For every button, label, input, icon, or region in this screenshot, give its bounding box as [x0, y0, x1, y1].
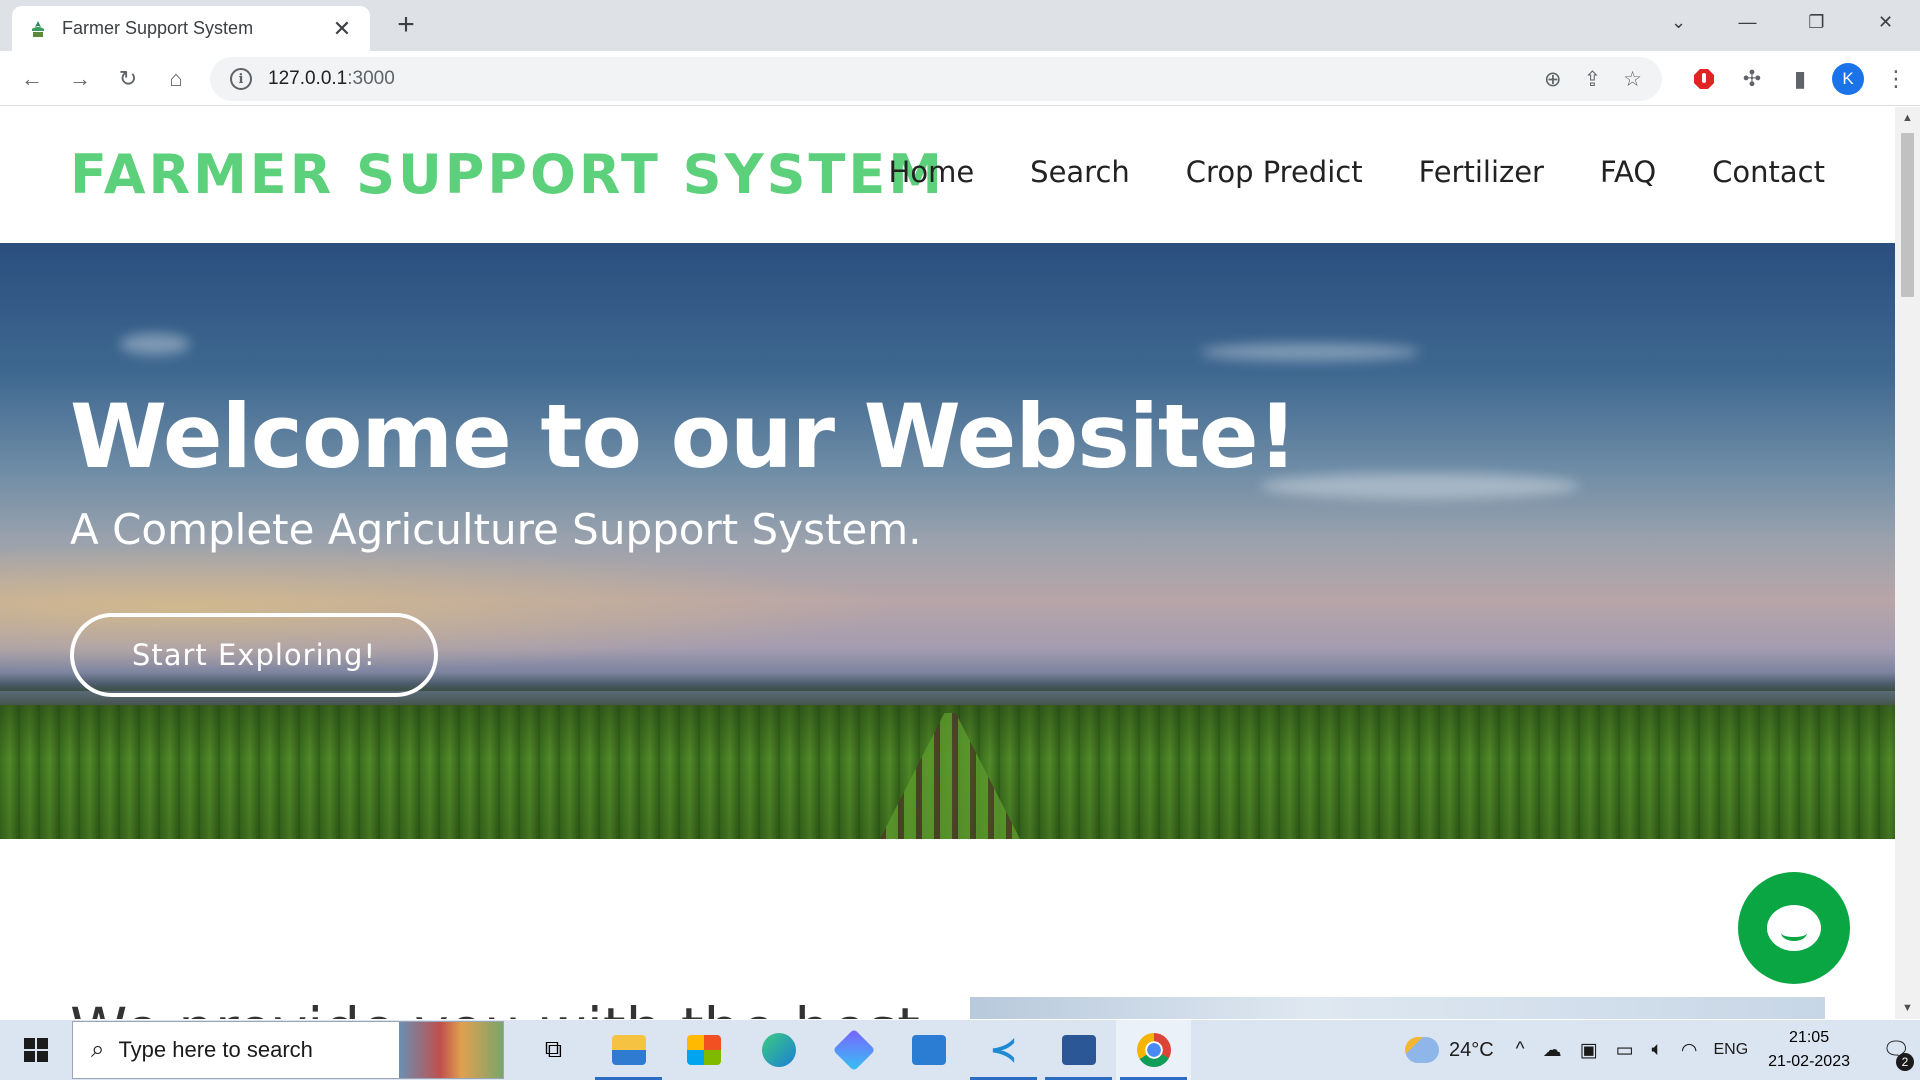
volume-icon[interactable]: 🔈︎	[1651, 1039, 1662, 1062]
browser-menu-icon[interactable]: ⋮	[1872, 66, 1920, 92]
search-highlight-image	[399, 1022, 503, 1078]
close-tab-icon[interactable]: ✕	[330, 16, 354, 42]
partly-cloudy-icon	[1404, 1037, 1439, 1063]
temperature-text: 24°C	[1448, 1038, 1494, 1061]
mail-icon[interactable]	[891, 1020, 966, 1080]
url-text[interactable]: 127.0.0.1:3000	[268, 68, 395, 90]
task-view-icon[interactable]: ⧉	[516, 1020, 591, 1080]
input-language[interactable]: ENG	[1713, 1041, 1748, 1059]
chrome-icon[interactable]	[1116, 1020, 1191, 1080]
clock-time: 21:05	[1789, 1029, 1830, 1046]
start-exploring-button[interactable]: Start Exploring!	[70, 613, 438, 697]
copilot-app-icon[interactable]	[816, 1020, 891, 1080]
windows-taskbar: ⌕ Type here to search ⧉ ≺ 24°C ^ ☁ ▣ ▭ 🔈…	[0, 1020, 1920, 1080]
site-header: FARMER SUPPORT SYSTEM Home Search Crop P…	[0, 107, 1895, 243]
cloud-decoration	[1200, 343, 1420, 361]
taskbar-clock[interactable]: 21:05 21-02-2023	[1768, 1026, 1850, 1074]
browser-tab[interactable]: Farmer Support System ✕	[12, 6, 370, 51]
hero-subtitle: A Complete Agriculture Support System.	[70, 505, 922, 554]
hero-title: Welcome to our Website!	[70, 385, 1298, 488]
address-bar[interactable]: i 127.0.0.1:3000 ⊕ ⇪ ☆	[210, 57, 1662, 101]
vscode-icon[interactable]: ≺	[966, 1020, 1041, 1080]
page-scrollbar[interactable]: ▲ ▼	[1895, 107, 1920, 1019]
page-viewport: FARMER SUPPORT SYSTEM Home Search Crop P…	[0, 107, 1895, 1019]
tab-search-icon[interactable]: ⌄	[1644, 0, 1713, 44]
main-nav: Home Search Crop Predict Fertilizer FAQ …	[889, 155, 1825, 189]
home-icon[interactable]: ⌂	[158, 61, 194, 97]
browser-tab-strip: Farmer Support System ✕ + ⌄ — ❐ ✕	[0, 0, 1920, 51]
taskbar-search-placeholder: Type here to search	[118, 1037, 313, 1062]
forward-arrow-icon[interactable]: →	[62, 61, 98, 97]
site-logo[interactable]: FARMER SUPPORT SYSTEM	[70, 143, 945, 206]
weather-widget[interactable]: 24°C	[1404, 1037, 1494, 1063]
extensions-puzzle-icon[interactable]: ✣	[1728, 66, 1776, 92]
zoom-icon[interactable]: ⊕	[1544, 67, 1562, 92]
bookmark-star-icon[interactable]: ☆	[1623, 67, 1642, 92]
edge-browser-icon[interactable]	[741, 1020, 816, 1080]
wifi-icon[interactable]: ◠	[1681, 1039, 1698, 1062]
meet-now-icon[interactable]: ▣	[1580, 1039, 1598, 1062]
scroll-down-icon[interactable]: ▼	[1895, 997, 1920, 1019]
taskbar-apps: ⧉ ≺	[516, 1020, 1191, 1080]
cloud-decoration	[1260, 473, 1580, 499]
taskbar-search-box[interactable]: ⌕ Type here to search	[72, 1021, 504, 1079]
nav-faq[interactable]: FAQ	[1600, 155, 1656, 189]
nav-contact[interactable]: Contact	[1712, 155, 1825, 189]
new-tab-button[interactable]: +	[390, 10, 422, 42]
notification-center-icon[interactable]: 🗨︎ 2	[1872, 1037, 1920, 1071]
minimize-button[interactable]: —	[1713, 0, 1782, 44]
restore-button[interactable]: ❐	[1782, 0, 1851, 44]
notification-badge: 2	[1896, 1053, 1914, 1071]
microsoft-store-icon[interactable]	[666, 1020, 741, 1080]
window-controls: ⌄ — ❐ ✕	[1644, 0, 1920, 44]
nav-crop-predict[interactable]: Crop Predict	[1186, 155, 1363, 189]
side-panel-icon[interactable]: ▮	[1776, 66, 1824, 92]
word-icon[interactable]	[1041, 1020, 1116, 1080]
chat-bubble-icon	[1767, 905, 1821, 951]
section-image	[970, 997, 1825, 1019]
back-arrow-icon[interactable]: ←	[14, 61, 50, 97]
nav-fertilizer[interactable]: Fertilizer	[1419, 155, 1544, 189]
chat-widget-button[interactable]	[1738, 872, 1850, 984]
onedrive-icon[interactable]: ☁	[1543, 1039, 1562, 1062]
nav-search[interactable]: Search	[1030, 155, 1130, 189]
browser-toolbar: ← → ↻ ⌂ i 127.0.0.1:3000 ⊕ ⇪ ☆ ✣ ▮ K ⋮	[0, 51, 1920, 106]
reload-icon[interactable]: ↻	[110, 61, 146, 97]
windows-logo-icon	[24, 1038, 48, 1062]
profile-avatar[interactable]: K	[1824, 63, 1872, 95]
share-icon[interactable]: ⇪	[1584, 67, 1602, 92]
section-heading: We provide you with the best	[70, 995, 920, 1019]
nav-home[interactable]: Home	[889, 155, 975, 189]
battery-icon[interactable]: ▭	[1616, 1039, 1634, 1062]
adblock-extension-icon[interactable]	[1680, 68, 1728, 90]
file-explorer-icon[interactable]	[591, 1020, 666, 1080]
clock-date: 21-02-2023	[1768, 1053, 1850, 1070]
scroll-up-icon[interactable]: ▲	[1895, 107, 1920, 129]
farm-favicon-icon	[28, 19, 48, 39]
tab-title: Farmer Support System	[62, 18, 254, 38]
show-hidden-icons-chevron-icon[interactable]: ^	[1516, 1039, 1525, 1062]
hero-banner: Welcome to our Website! A Complete Agric…	[0, 243, 1895, 839]
search-icon: ⌕	[91, 1036, 105, 1063]
cloud-decoration	[120, 333, 190, 355]
site-info-icon[interactable]: i	[230, 68, 252, 90]
system-tray: 24°C ^ ☁ ▣ ▭ 🔈︎ ◠ ENG 21:05 21-02-2023 🗨…	[1404, 1020, 1920, 1080]
start-button[interactable]	[0, 1020, 72, 1080]
scrollbar-thumb[interactable]	[1901, 133, 1914, 297]
close-window-button[interactable]: ✕	[1851, 0, 1920, 44]
